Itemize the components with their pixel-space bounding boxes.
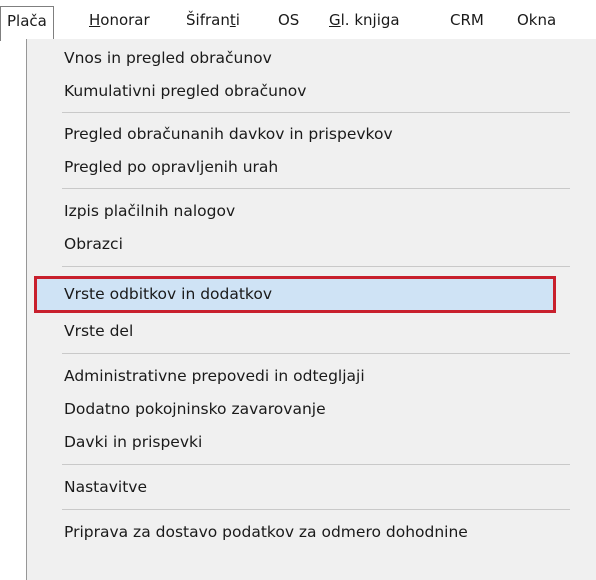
menu-item-label: Izpis plačilnih nalogov [64, 202, 236, 220]
menu-crm[interactable]: CRM [450, 6, 484, 35]
menu-bar: Plača Honorar Šifranti OS Gl. knjiga CRM… [0, 0, 596, 41]
menu-item-vnos-in-pregled-obracunov[interactable]: Vnos in pregled obračunov [34, 42, 570, 75]
menu-placa-label: Plača [7, 12, 47, 30]
menu-item-label: Pregled obračunanih davkov in prispevkov [64, 125, 393, 143]
menu-honorar[interactable]: Honorar [89, 6, 150, 35]
menu-item-label: Vrste del [64, 322, 134, 340]
menu-item-administrativne-prepovedi[interactable]: Administrativne prepovedi in odtegljaji [34, 360, 570, 393]
menu-item-label: Davki in prispevki [64, 433, 203, 451]
menu-item-priprava-za-dostavo-podatkov[interactable]: Priprava za dostavo podatkov za odmero d… [34, 516, 570, 549]
menu-sifranti-label-part2: i [235, 11, 240, 29]
menu-item-davki-in-prispevki[interactable]: Davki in prispevki [34, 426, 570, 459]
menu-item-label: Kumulativni pregled obračunov [64, 82, 307, 100]
menu-placa[interactable]: Plača [0, 6, 54, 41]
menu-gl-knjiga-mnemonic: G [329, 11, 341, 29]
menu-item-obrazci[interactable]: Obrazci [34, 228, 570, 261]
menu-separator [62, 188, 570, 189]
menu-item-nastavitve[interactable]: Nastavitve [34, 471, 570, 504]
menu-gl-knjiga[interactable]: Gl. knjiga [329, 6, 400, 35]
menu-okna-label: Okna [517, 11, 557, 29]
menu-item-label: Dodatno pokojninsko zavarovanje [64, 400, 326, 418]
menu-sifranti[interactable]: Šifranti [186, 6, 240, 35]
menu-okna[interactable]: Okna [517, 6, 556, 35]
menu-separator [62, 509, 570, 510]
menu-item-label: Administrativne prepovedi in odtegljaji [64, 367, 365, 385]
menu-item-dodatno-pokojninsko-zavarovanje[interactable]: Dodatno pokojninsko zavarovanje [34, 393, 570, 426]
menu-item-pregled-po-opravljenih-urah[interactable]: Pregled po opravljenih urah [34, 151, 570, 184]
menu-gl-knjiga-label-rest: l. knjiga [340, 11, 400, 29]
menu-item-label: Nastavitve [64, 478, 148, 496]
menu-item-vrste-del[interactable]: Vrste del [34, 315, 570, 348]
menu-os[interactable]: OS [278, 6, 299, 35]
menu-separator [62, 353, 570, 354]
menu-separator [62, 112, 570, 113]
menu-item-label: Pregled po opravljenih urah [64, 158, 279, 176]
menu-os-label: OS [278, 11, 300, 29]
menu-item-label: Vnos in pregled obračunov [64, 49, 272, 67]
menu-item-pregled-obracunanih-davkov[interactable]: Pregled obračunanih davkov in prispevkov [34, 118, 570, 151]
menu-sifranti-label-part1: Šifran [186, 11, 230, 29]
menu-separator [62, 266, 570, 267]
menu-item-vrste-odbitkov-in-dodatkov[interactable]: Vrste odbitkov in dodatkov [34, 276, 556, 313]
menu-separator [62, 464, 570, 465]
menu-item-label: Priprava za dostavo podatkov za odmero d… [64, 523, 468, 541]
menu-honorar-label-rest: onorar [100, 11, 150, 29]
menu-crm-label: CRM [450, 11, 484, 29]
menu-item-label: Vrste odbitkov in dodatkov [64, 285, 273, 303]
menu-item-kumulativni-pregled-obracunov[interactable]: Kumulativni pregled obračunov [34, 75, 570, 108]
menu-item-izpis-placilnih-nalogov[interactable]: Izpis plačilnih nalogov [34, 195, 570, 228]
menu-honorar-mnemonic: H [89, 11, 101, 29]
menu-item-label: Obrazci [64, 235, 123, 253]
